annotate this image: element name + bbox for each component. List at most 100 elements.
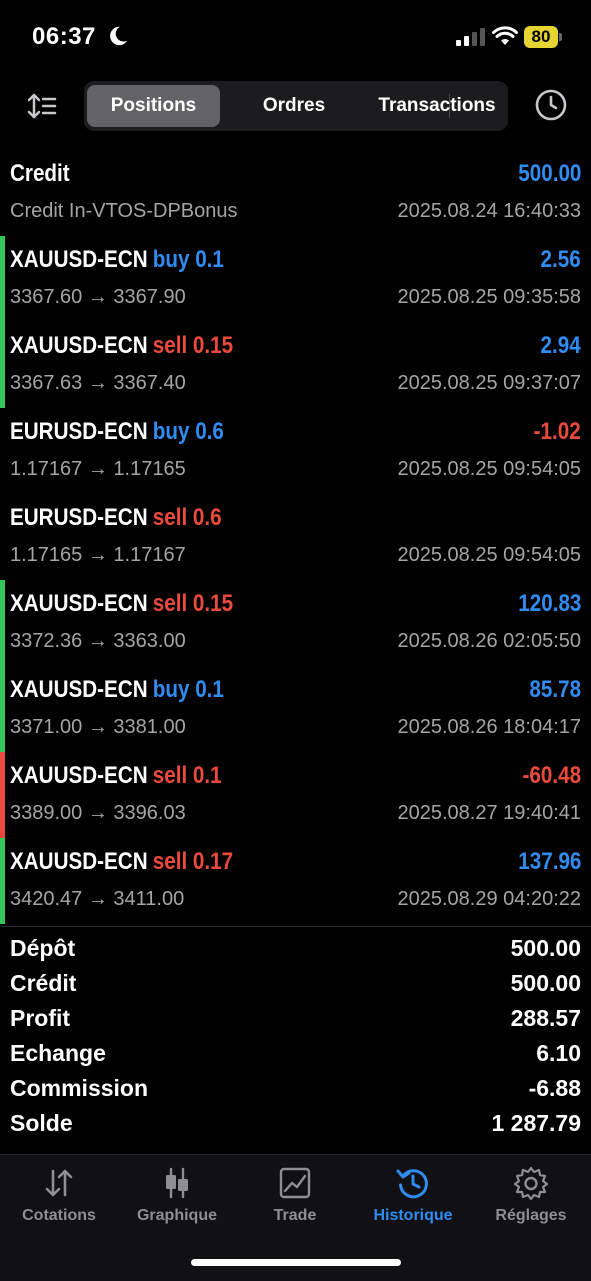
moon-icon [110,26,128,46]
credit-row[interactable]: Credit Credit In-VTOS-DPBonus 500.00 202… [0,150,591,236]
deal-date: 2025.08.25 09:35:58 [397,286,581,308]
summary-value: 288.57 [510,1005,581,1031]
deal-profit: 2.94 [540,332,581,359]
tab-ordres[interactable]: Ordres [224,85,364,127]
history-toolbar: Positions Ordres Transactions [0,76,591,136]
summary-value: 500.00 [510,935,581,961]
deal-prices: 1.17165 → 1.17167 [10,544,186,566]
deal-date: 2025.08.29 04:20:22 [397,888,581,910]
home-indicator[interactable] [191,1259,401,1266]
summary-label: Commission [10,1075,149,1101]
credit-comment: Credit In-VTOS-DPBonus [10,200,238,222]
deal-profit: -1.02 [533,418,581,445]
summary-label: Profit [10,1005,71,1031]
status-bar: 06:37 80 [0,0,591,76]
summary-value: 1 287.79 [491,1110,581,1136]
tab-positions[interactable]: Positions [87,85,220,127]
deal-status-bar [0,580,5,666]
deal-row[interactable]: XAUUSD-ECN sell 0.15 3367.63 → 3367.40 2.… [0,322,591,408]
tab-label: Cotations [22,1207,96,1224]
deal-prices: 1.17167 → 1.17165 [10,458,186,480]
deal-side: sell 0.17 [152,848,234,875]
summary-row-profit: Profit 288.57 [0,1005,591,1040]
deal-date: 2025.08.26 02:05:50 [397,630,581,652]
cellular-signal-icon [456,28,485,46]
history-icon [396,1169,428,1199]
summary-label: Crédit [10,970,77,996]
deal-status-bar [0,408,5,494]
chart-line-icon [279,1167,311,1199]
summary-row-credit: Crédit 500.00 [0,970,591,1005]
deal-symbol: EURUSD-ECN [10,504,148,531]
deal-side: buy 0.1 [152,246,224,273]
deal-side: sell 0.15 [152,590,234,617]
deal-row[interactable]: XAUUSD-ECN buy 0.1 3371.00 → 3381.00 85.7… [0,666,591,752]
tab-reglages[interactable]: Réglages [472,1165,590,1235]
summary-value: 6.10 [536,1040,581,1066]
summary-row-commission: Commission -6.88 [0,1075,591,1110]
deal-prices: 3367.60 → 3367.90 [10,286,186,308]
deal-date: 2025.08.25 09:54:05 [397,544,581,566]
deal-profit: 2.56 [540,246,581,273]
summary-value: -6.88 [528,1075,581,1101]
deal-date: 2025.08.26 18:04:17 [397,716,581,738]
deal-date: 2025.08.25 09:54:05 [397,458,581,480]
summary-row-swap: Echange 6.10 [0,1040,591,1075]
summary-label: Dépôt [10,935,76,961]
deal-row[interactable]: XAUUSD-ECN sell 0.17 3420.47 → 3411.00 13… [0,838,591,924]
arrows-updown-icon [45,1169,73,1197]
deal-status-bar [0,322,5,408]
tab-cotations[interactable]: Cotations [0,1165,118,1235]
tab-transactions[interactable]: Transactions [368,85,506,127]
tab-graphique[interactable]: Graphique [118,1165,236,1235]
deal-side: sell 0.1 [152,762,222,789]
deal-status-bar [0,666,5,752]
deal-profit: 137.96 [517,848,581,875]
credit-title: Credit [10,160,70,187]
clock-icon[interactable] [534,88,568,122]
tab-trade[interactable]: Trade [236,1165,354,1235]
summary-value: 500.00 [510,970,581,996]
deal-status-bar [0,752,5,838]
deal-prices: 3389.00 → 3396.03 [10,802,186,824]
battery-level: 80 [531,27,551,46]
deal-side: sell 0.6 [152,504,222,531]
deal-side: buy 0.6 [152,418,224,445]
deal-side: buy 0.1 [152,676,224,703]
deal-profit: -60.48 [522,762,581,789]
candlestick-icon [166,1167,188,1199]
deal-symbol: XAUUSD-ECN [10,848,148,875]
deal-row[interactable]: EURUSD-ECN sell 0.6 1.17165 → 1.17167 202… [0,494,591,580]
tab-label: Graphique [136,1207,217,1224]
tab-label: Réglages [495,1207,567,1224]
deal-symbol: XAUUSD-ECN [10,246,148,273]
deal-prices: 3367.63 → 3367.40 [10,372,186,394]
deal-prices: 3371.00 → 3381.00 [10,716,186,738]
summary-label: Echange [10,1040,106,1066]
gear-icon [513,1166,549,1201]
deal-row[interactable]: XAUUSD-ECN buy 0.1 3367.60 → 3367.90 2.56… [0,236,591,322]
battery-indicator: 80 [524,26,562,48]
deal-status-bar [0,494,5,580]
credit-date: 2025.08.24 16:40:33 [397,200,581,222]
deal-row[interactable]: XAUUSD-ECN sell 0.1 3389.00 → 3396.03 -60… [0,752,591,838]
deal-profit: 120.83 [517,590,581,617]
deal-status-bar [0,236,5,322]
deal-date: 2025.08.27 19:40:41 [397,802,581,824]
deal-side: sell 0.15 [152,332,234,359]
sort-icon[interactable] [26,90,58,122]
deal-symbol: XAUUSD-ECN [10,762,148,789]
clock-time: 06:37 [32,23,96,50]
wifi-icon [492,26,518,45]
deal-prices: 3372.36 → 3363.00 [10,630,186,652]
deal-symbol: EURUSD-ECN [10,418,148,445]
deal-row[interactable]: EURUSD-ECN buy 0.6 1.17167 → 1.17165 -1.0… [0,408,591,494]
segmented-control: Positions Ordres Transactions [84,81,508,131]
deal-row[interactable]: XAUUSD-ECN sell 0.15 3372.36 → 3363.00 12… [0,580,591,666]
summary-row-balance: Solde 1 287.79 [0,1110,591,1145]
summary-divider [0,926,591,927]
deal-prices: 3420.47 → 3411.00 [10,888,185,910]
deal-status-bar [0,838,5,924]
tab-historique[interactable]: Historique [354,1165,472,1235]
deal-date: 2025.08.25 09:37:07 [397,372,581,394]
